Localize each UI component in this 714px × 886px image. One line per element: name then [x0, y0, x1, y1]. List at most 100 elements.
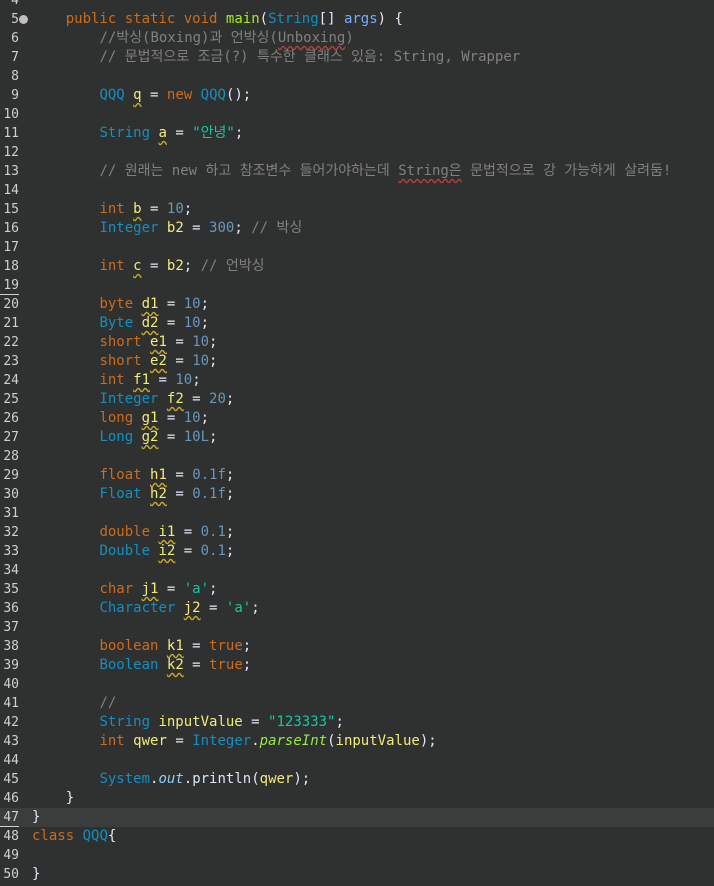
code-line[interactable]: 8 [0, 67, 714, 86]
code-line[interactable]: 38 boolean k1 = true; [0, 637, 714, 656]
code-line[interactable]: 21 Byte d2 = 10; [0, 314, 714, 333]
code-line[interactable]: 17 [0, 238, 714, 257]
line-number: 20 [3, 297, 19, 312]
code-token: ; [242, 657, 252, 673]
code-line[interactable]: 9 QQQ q = new QQQ(); [0, 86, 714, 105]
fold-toggle-icon[interactable] [19, 15, 28, 24]
code-token: new [166, 87, 193, 103]
code-token: ; [225, 543, 235, 559]
code-line[interactable]: 44 [0, 751, 714, 770]
code-token: // 원래는 new 하고 참조변수 들어가야하는데 [99, 163, 399, 179]
code-line[interactable]: 34 [0, 561, 714, 580]
code-token: ) { [377, 11, 403, 27]
code-token: g2 [141, 429, 159, 445]
code-line[interactable]: 19 [0, 276, 714, 295]
code-line[interactable]: 45 System.out.println(qwer); [0, 770, 714, 789]
line-number: 46 [3, 791, 19, 806]
code-line[interactable]: 4 [0, 0, 714, 10]
code-token: ); [293, 771, 311, 787]
code-line[interactable]: 49 [0, 846, 714, 865]
code-token: q [133, 87, 142, 103]
code-token: = [150, 372, 176, 388]
code-token: j1 [141, 581, 159, 597]
code-line[interactable]: 6 //박싱(Boxing)과 언박싱(Unboxing) [0, 29, 714, 48]
code-token: 10L [183, 429, 210, 445]
code-token: byte [99, 296, 134, 312]
code-token: h1 [150, 467, 167, 483]
code-line[interactable]: 33 Double i2 = 0.1; [0, 542, 714, 561]
code-token: // [99, 695, 117, 711]
code-line[interactable]: 43 int qwer = Integer.parseInt(inputValu… [0, 732, 714, 751]
code-token: i1 [158, 524, 176, 540]
code-line[interactable]: 47} [0, 808, 714, 827]
code-token: public [65, 11, 117, 27]
code-line[interactable]: 22 short e1 = 10; [0, 333, 714, 352]
code-line[interactable]: 13 // 원래는 new 하고 참조변수 들어가야하는데 String은 문법… [0, 162, 714, 181]
code-editor[interactable]: 4 5 public static void main(String[] args… [0, 0, 714, 886]
code-line[interactable]: 37 [0, 618, 714, 637]
code-line[interactable]: 5 public static void main(String[] args)… [0, 10, 714, 29]
code-line[interactable]: 23 short e2 = 10; [0, 352, 714, 371]
code-line[interactable]: 41 // [0, 694, 714, 713]
code-line[interactable]: 42 String inputValue = "123333"; [0, 713, 714, 732]
code-line[interactable]: 36 Character j2 = 'a'; [0, 599, 714, 618]
code-token: Integer [99, 391, 159, 407]
line-number: 4 [11, 0, 19, 8]
code-line[interactable]: 39 Boolean k2 = true; [0, 656, 714, 675]
code-token: i2 [158, 543, 176, 559]
code-token: g1 [141, 410, 159, 426]
code-line[interactable]: 30 Float h2 = 0.1f; [0, 485, 714, 504]
code-token: = [158, 296, 184, 312]
code-line[interactable]: 20 byte d1 = 10; [0, 295, 714, 314]
code-token: ) [345, 30, 354, 46]
code-line[interactable]: 50} [0, 865, 714, 884]
code-line[interactable]: 46 } [0, 789, 714, 808]
code-line[interactable]: 7 // 문법적으로 조금(?) 특수한 클래스 있음: String, Wra… [0, 48, 714, 67]
code-line[interactable]: 26 long g1 = 10; [0, 409, 714, 428]
code-text: short e1 = 10; [32, 333, 714, 352]
code-line[interactable]: 32 double i1 = 0.1; [0, 523, 714, 542]
code-line[interactable]: 18 int c = b2; // 언박싱 [0, 257, 714, 276]
code-line[interactable]: 12 [0, 143, 714, 162]
code-token: println [192, 771, 252, 787]
code-token: = [166, 486, 193, 502]
line-number: 40 [3, 677, 19, 692]
code-token: args [343, 11, 378, 27]
code-token: //박싱(Boxing)과 언박싱( [99, 30, 278, 46]
code-line[interactable]: 10 [0, 105, 714, 124]
code-line[interactable]: 28 [0, 447, 714, 466]
code-line[interactable]: 27 Long g2 = 10L; [0, 428, 714, 447]
code-line[interactable]: 14 [0, 181, 714, 200]
code-line[interactable]: 29 float h1 = 0.1f; [0, 466, 714, 485]
line-number: 45 [3, 772, 19, 787]
code-line[interactable]: 40 [0, 675, 714, 694]
code-token: void [183, 11, 218, 27]
code-token: 20 [209, 391, 226, 407]
code-line[interactable]: 31 [0, 504, 714, 523]
code-line[interactable]: 35 char j1 = 'a'; [0, 580, 714, 599]
code-text: int c = b2; // 언박싱 [32, 257, 714, 276]
code-line[interactable]: 16 Integer b2 = 300; // 박싱 [0, 219, 714, 238]
code-line[interactable]: 24 int f1 = 10; [0, 371, 714, 390]
code-token: ; [192, 372, 201, 388]
code-token: Character [99, 600, 176, 616]
line-number: 48 [3, 829, 19, 844]
code-token: = [158, 581, 184, 597]
code-line[interactable]: 11 String a = "안녕"; [0, 124, 714, 143]
code-line[interactable]: 25 Integer f2 = 20; [0, 390, 714, 409]
code-line[interactable]: 48 class QQQ{ [0, 827, 714, 846]
code-token: ; [209, 429, 218, 445]
code-token: double [99, 524, 151, 540]
code-line[interactable]: 15 int b = 10; [0, 200, 714, 219]
